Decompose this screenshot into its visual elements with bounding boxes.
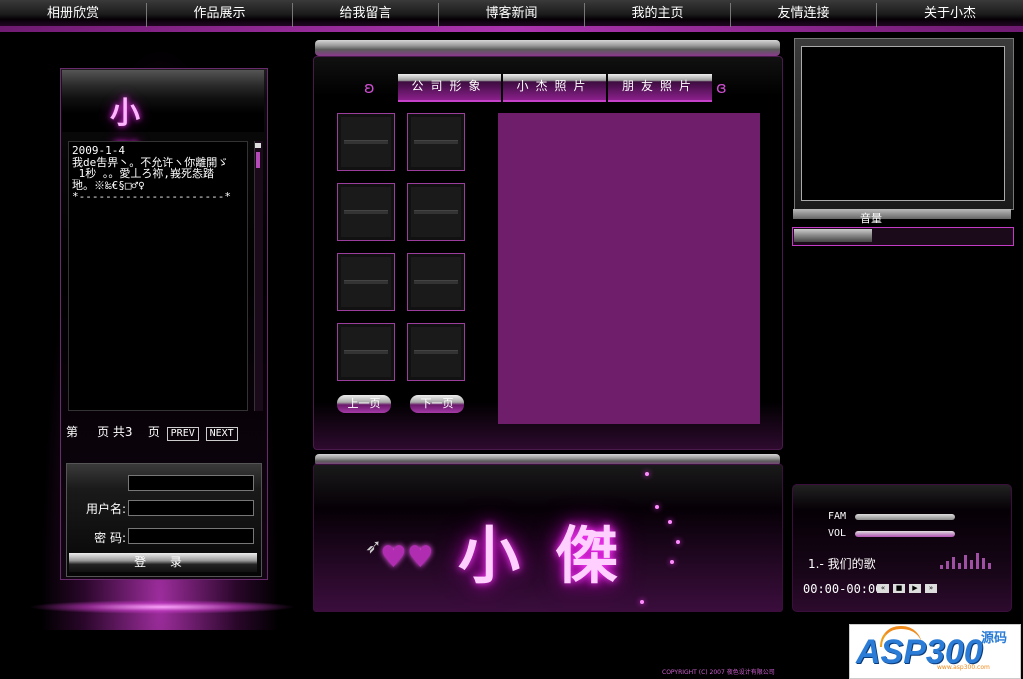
sparkle-icon xyxy=(670,560,674,564)
equalizer-bar xyxy=(946,561,949,569)
nav-item-about[interactable]: 关于小杰 xyxy=(877,0,1023,28)
gallery-top-bar xyxy=(315,40,780,56)
username-label: 用户名: xyxy=(85,502,126,516)
scroll-thumb[interactable] xyxy=(256,152,260,168)
ornament-right-icon: ɞ xyxy=(716,78,727,97)
left-panel-base-glow xyxy=(28,600,296,614)
photo-thumbnail[interactable] xyxy=(407,113,465,171)
banner-title: 小傑 xyxy=(458,519,655,592)
tab-company[interactable]: 公司形象 xyxy=(398,74,501,102)
top-nav: 相册欣赏 作品展示 给我留言 博客新闻 我的主页 友情连接 关于小杰 xyxy=(0,0,1023,32)
nav-item-links[interactable]: 友情连接 xyxy=(731,0,876,28)
notice-pager: 第 页 共3 页 PREV NEXT xyxy=(66,423,238,441)
pager-label: 第 xyxy=(66,425,79,439)
equalizer-bar xyxy=(940,565,943,569)
fam-slider[interactable] xyxy=(855,514,955,520)
scroll-up-icon[interactable] xyxy=(255,143,261,148)
play-time: 00:00-00:00 xyxy=(803,582,883,596)
hearts-icon: ♥♥ xyxy=(380,540,434,575)
sparkle-icon xyxy=(645,472,649,476)
photo-thumbnail[interactable] xyxy=(337,323,395,381)
login-top-field[interactable] xyxy=(128,475,254,491)
tab-friend-photos[interactable]: 朋友照片 xyxy=(608,74,712,102)
sparkle-icon xyxy=(640,600,644,604)
prev-page-button[interactable]: 上一页 xyxy=(337,395,391,413)
vol-label: VOL xyxy=(828,528,847,539)
copyright-text: COPYRIGHT (C) 2007 夜色设计有限公司 xyxy=(662,669,775,676)
tab-xiaojie-photos[interactable]: 小杰照片 xyxy=(503,74,606,102)
login-button[interactable]: 登 录 xyxy=(69,553,257,572)
photo-thumbnail[interactable] xyxy=(337,183,395,241)
nav-item-blog[interactable]: 博客新闻 xyxy=(439,0,584,28)
ornament-left-icon: ʚ xyxy=(364,78,375,97)
nav-item-home[interactable]: 我的主页 xyxy=(585,0,730,28)
equalizer-bar xyxy=(952,557,955,569)
sparkle-icon xyxy=(676,540,680,544)
fam-label: FAM xyxy=(828,511,847,522)
prev-button[interactable]: PREV xyxy=(166,427,199,441)
pager-label: 页 xyxy=(147,425,160,439)
username-input[interactable] xyxy=(128,500,254,516)
equalizer-bar xyxy=(976,553,979,569)
video-screen[interactable] xyxy=(801,46,1005,201)
equalizer-bar xyxy=(982,558,985,569)
stop-icon[interactable]: ■ xyxy=(893,584,905,593)
password-input[interactable] xyxy=(128,528,254,544)
photo-thumbnail[interactable] xyxy=(337,113,395,171)
photo-thumbnail[interactable] xyxy=(407,323,465,381)
notice-text: 2009-1-4 我de吿畀丶。不允许ヽ你離開ゞ _1秒 。。愛丄ろ祢,峩死怣踏… xyxy=(68,141,248,411)
nav-item-albums[interactable]: 相册欣赏 xyxy=(0,0,146,28)
photo-thumbnail[interactable] xyxy=(337,253,395,311)
equalizer-bar xyxy=(958,563,961,569)
pager-label: 页 共3 xyxy=(97,425,133,439)
equalizer-bar xyxy=(970,560,973,569)
sparkle-icon xyxy=(668,520,672,524)
notice-scrollbar[interactable] xyxy=(254,141,263,411)
play-icon[interactable]: ▶ xyxy=(909,584,921,593)
nav-item-guestbook[interactable]: 给我留言 xyxy=(293,0,438,28)
rewind-icon[interactable]: « xyxy=(877,584,889,593)
photo-thumbnail[interactable] xyxy=(407,183,465,241)
next-page-button[interactable]: 下一页 xyxy=(410,395,464,413)
forward-icon[interactable]: » xyxy=(925,584,937,593)
equalizer-bar xyxy=(964,555,967,569)
nav-item-works[interactable]: 作品展示 xyxy=(147,0,292,28)
photo-thumbnail[interactable] xyxy=(407,253,465,311)
logo-url: www.asp300.com xyxy=(937,664,990,671)
sparkle-icon xyxy=(655,505,659,509)
password-label: 密 码: xyxy=(94,531,126,545)
next-button[interactable]: NEXT xyxy=(205,427,238,441)
equalizer-bar xyxy=(988,563,991,569)
logo-cn: 源码 xyxy=(981,631,1008,646)
photo-viewer[interactable] xyxy=(498,113,760,424)
volume-label: 音量 xyxy=(860,212,882,225)
volume-fill xyxy=(794,229,872,242)
song-title: 1.- 我们的歌 xyxy=(808,557,876,571)
video-controls[interactable] xyxy=(793,209,1011,219)
vol-slider[interactable] xyxy=(855,531,955,537)
